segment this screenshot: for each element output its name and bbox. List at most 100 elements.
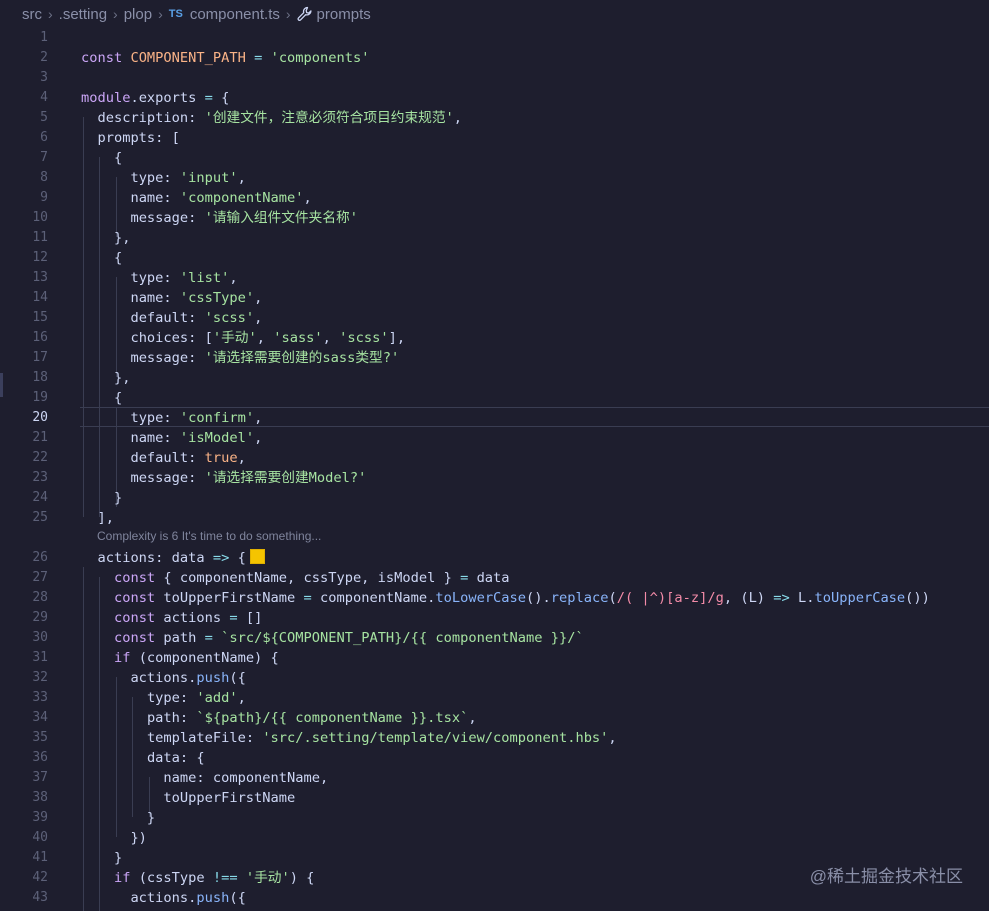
line-number: 22 <box>32 450 48 465</box>
code-text: ], <box>81 510 114 526</box>
line-number: 27 <box>32 570 48 585</box>
code-line[interactable]: 32 actions.push({ <box>0 668 989 688</box>
breadcrumb: src › .setting › plop › TS component.ts … <box>0 0 989 28</box>
code-line[interactable]: 10 message: '请输入组件文件夹名称' <box>0 208 989 228</box>
code-line[interactable]: 13 type: 'list', <box>0 268 989 288</box>
code-line[interactable]: 37 name: componentName, <box>0 768 989 788</box>
chevron-right-icon: › <box>285 6 291 22</box>
code-line[interactable]: 11 }, <box>0 228 989 248</box>
line-number: 25 <box>32 510 48 525</box>
watermark: @稀土掘金技术社区 <box>809 867 963 886</box>
code-text: message: '请选择需要创建的sass类型?' <box>130 350 400 366</box>
code-line[interactable]: 4 module.exports = { <box>0 88 989 108</box>
code-text: default: true, <box>130 450 246 466</box>
code-line[interactable]: 25 ], <box>0 508 989 528</box>
code-line[interactable]: 27 const { componentName, cssType, isMod… <box>0 568 989 588</box>
code-line[interactable]: 38 toUpperFirstName <box>0 788 989 808</box>
typescript-file-icon: TS <box>168 8 183 20</box>
breadcrumb-item-plop[interactable]: plop <box>124 6 152 23</box>
line-number: 31 <box>32 650 48 665</box>
code-line[interactable]: 43 actions.push({ <box>0 888 989 908</box>
code-line[interactable]: 23 message: '请选择需要创建Model?' <box>0 468 989 488</box>
code-text: message: '请输入组件文件夹名称' <box>130 210 358 226</box>
code-text: } <box>81 810 156 826</box>
code-line[interactable]: 29 const actions = [] <box>0 608 989 628</box>
line-number: 39 <box>32 810 48 825</box>
code-text: const { componentName, cssType, isModel … <box>113 570 510 586</box>
code-text: description: '创建文件，注意必须符合项目约束规范', <box>97 110 463 126</box>
line-number: 34 <box>32 710 48 725</box>
code-text: } <box>81 850 123 866</box>
chevron-right-icon: › <box>113 6 118 22</box>
code-text: name: 'componentName', <box>130 190 312 206</box>
code-line[interactable]: 16 choices: ['手动', 'sass', 'scss'], <box>0 328 989 348</box>
code-text: toUpperFirstName <box>81 790 296 806</box>
code-text: const actions = [] <box>113 610 263 626</box>
line-number: 3 <box>40 70 48 85</box>
code-line[interactable]: 33 type: 'add', <box>0 688 989 708</box>
line-number: 15 <box>32 310 48 325</box>
code-line[interactable]: 19 { <box>0 388 989 408</box>
code-line[interactable]: 3 <box>0 68 989 88</box>
line-number: 9 <box>40 190 48 205</box>
line-number: 42 <box>32 870 48 885</box>
breadcrumb-item-setting[interactable]: .setting <box>59 6 107 23</box>
code-text: actions: data => { <box>81 548 265 568</box>
code-line[interactable]: 35 templateFile: 'src/.setting/template/… <box>0 728 989 748</box>
code-line[interactable]: 17 message: '请选择需要创建的sass类型?' <box>0 348 989 368</box>
code-text: }, <box>81 370 131 386</box>
code-line[interactable]: 18 }, <box>0 368 989 388</box>
code-line[interactable]: 30 const path = `src/${COMPONENT_PATH}/{… <box>0 628 989 648</box>
code-line[interactable]: 20 type: 'confirm', <box>0 408 989 428</box>
chevron-right-icon: › <box>48 6 53 22</box>
code-line[interactable]: 2 const COMPONENT_PATH = 'components' <box>0 48 989 68</box>
code-line[interactable]: 36 data: { <box>0 748 989 768</box>
code-line[interactable]: 8 type: 'input', <box>0 168 989 188</box>
code-line[interactable]: 40 }) <box>0 828 989 848</box>
line-number: 24 <box>32 490 48 505</box>
line-number: 32 <box>32 670 48 685</box>
breadcrumb-item-symbol[interactable]: prompts <box>317 6 371 23</box>
code-line[interactable]: 14 name: 'cssType', <box>0 288 989 308</box>
code-text: }, <box>81 230 131 246</box>
code-line[interactable]: 1 <box>0 28 989 48</box>
code-line[interactable]: 21 name: 'isModel', <box>0 428 989 448</box>
code-line[interactable]: 6 prompts: [ <box>0 128 989 148</box>
line-number: 10 <box>32 210 48 225</box>
wrench-icon <box>297 6 312 21</box>
code-line[interactable]: 34 path: `${path}/{{ componentName }}.ts… <box>0 708 989 728</box>
line-number: 35 <box>32 730 48 745</box>
code-text: name: 'cssType', <box>130 290 263 306</box>
code-text: type: 'list', <box>130 270 238 286</box>
code-line[interactable]: 12 { <box>0 248 989 268</box>
breadcrumb-item-src[interactable]: src <box>22 6 42 23</box>
code-editor[interactable]: 1 2 const COMPONENT_PATH = 'components' 3 4 m… <box>0 28 989 911</box>
code-line[interactable]: 24 } <box>0 488 989 508</box>
line-number: 18 <box>32 370 48 385</box>
line-number: 30 <box>32 630 48 645</box>
color-swatch-icon[interactable] <box>249 549 265 564</box>
code-line[interactable]: 31 if (componentName) { <box>0 648 989 668</box>
code-line[interactable]: 7 { <box>0 148 989 168</box>
code-text: prompts: [ <box>97 130 180 146</box>
code-line[interactable]: 15 default: 'scss', <box>0 308 989 328</box>
line-number: 5 <box>40 110 48 125</box>
code-line[interactable]: 28 const toUpperFirstName = componentNam… <box>0 588 989 608</box>
breadcrumb-item-file[interactable]: component.ts <box>190 6 280 23</box>
code-line[interactable]: 5 description: '创建文件，注意必须符合项目约束规范', <box>0 108 989 128</box>
code-text: if (componentName) { <box>113 650 279 666</box>
code-text: name: 'isModel', <box>130 430 263 446</box>
code-line[interactable]: 26 actions: data => { <box>0 548 989 568</box>
code-line[interactable]: 39 } <box>0 808 989 828</box>
codelens-complexity[interactable]: Complexity is 6 It's time to do somethin… <box>97 529 321 543</box>
code-line[interactable]: 22 default: true, <box>0 448 989 468</box>
line-number: 38 <box>32 790 48 805</box>
code-text: { <box>81 150 123 166</box>
code-line[interactable]: 9 name: 'componentName', <box>0 188 989 208</box>
line-number: 14 <box>32 290 48 305</box>
line-number: 2 <box>40 50 48 65</box>
line-number: 11 <box>32 230 48 245</box>
line-number: 36 <box>32 750 48 765</box>
line-number: 29 <box>32 610 48 625</box>
line-number: 23 <box>32 470 48 485</box>
